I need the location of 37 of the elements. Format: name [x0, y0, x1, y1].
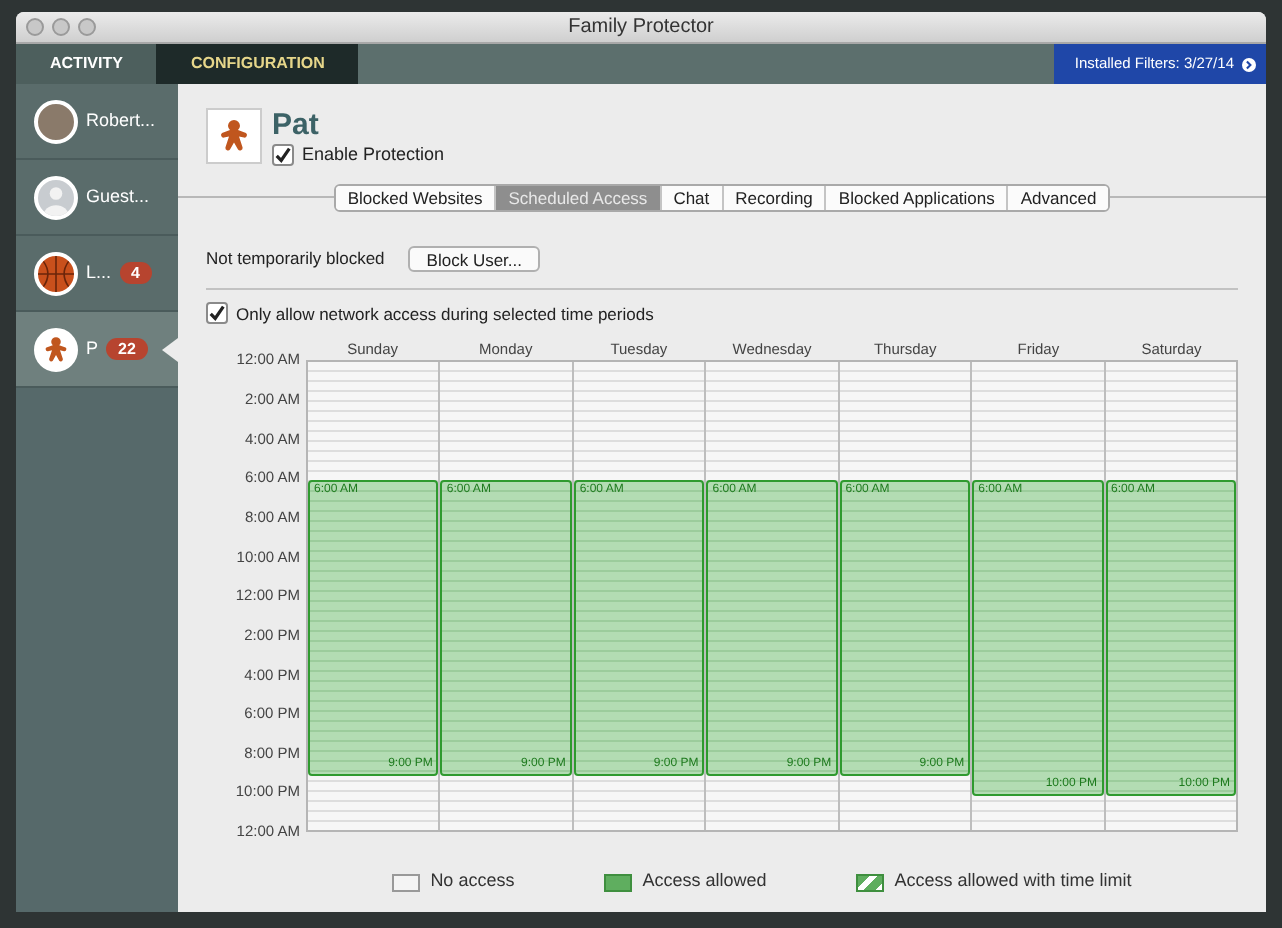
- arrow-circle-icon: [1242, 57, 1256, 71]
- sidebar-item[interactable]: P 22: [16, 312, 178, 388]
- profile-name: Pat: [272, 108, 321, 142]
- legend-label: Access allowed with time limit: [894, 868, 1132, 895]
- checkbox[interactable]: [272, 144, 294, 167]
- tab[interactable]: Blocked Websites: [335, 185, 497, 209]
- only-allow-label: Only allow network access during selected time periods: [236, 301, 654, 327]
- selection-pointer-icon: [162, 338, 178, 362]
- enable-protection-label: Enable Protection: [302, 142, 445, 168]
- block-status-text: Not temporarily blocked: [206, 245, 385, 271]
- window-title: Family Protector: [568, 14, 714, 42]
- sidebar-item[interactable]: Robert...: [16, 84, 178, 160]
- count-badge: 22: [106, 338, 148, 360]
- main-tab[interactable]: CONFIGURATION: [156, 44, 359, 84]
- user-name: P: [86, 335, 99, 362]
- user-name: Guest...: [86, 183, 150, 210]
- avatar-photo-placeholder: [34, 99, 78, 143]
- sidebar-item[interactable]: L... 4: [16, 236, 178, 312]
- tab[interactable]: Recording: [723, 185, 827, 209]
- checkbox[interactable]: [206, 302, 228, 325]
- tab[interactable]: Blocked Applications: [826, 185, 1009, 209]
- block-user-button[interactable]: Block User...: [408, 245, 541, 271]
- tab[interactable]: Advanced: [1008, 185, 1109, 209]
- basketball-icon: [34, 251, 78, 295]
- legend-swatch-icon: [856, 873, 885, 891]
- count-badge: 4: [119, 262, 152, 284]
- tab[interactable]: Chat: [661, 185, 724, 209]
- legend-swatch-icon: [604, 873, 633, 891]
- gingerbread-icon: [40, 333, 72, 365]
- legend-label: Access allowed: [642, 868, 767, 895]
- user-silhouette-icon: [34, 175, 78, 219]
- user-name: Robert...: [86, 107, 156, 134]
- user-name: L...: [86, 259, 112, 286]
- legend-swatch-icon: [392, 873, 421, 891]
- sidebar-item[interactable]: Guest...: [16, 160, 178, 236]
- legend-label: No access: [430, 868, 515, 895]
- main-tab[interactable]: ACTIVITY: [16, 44, 157, 84]
